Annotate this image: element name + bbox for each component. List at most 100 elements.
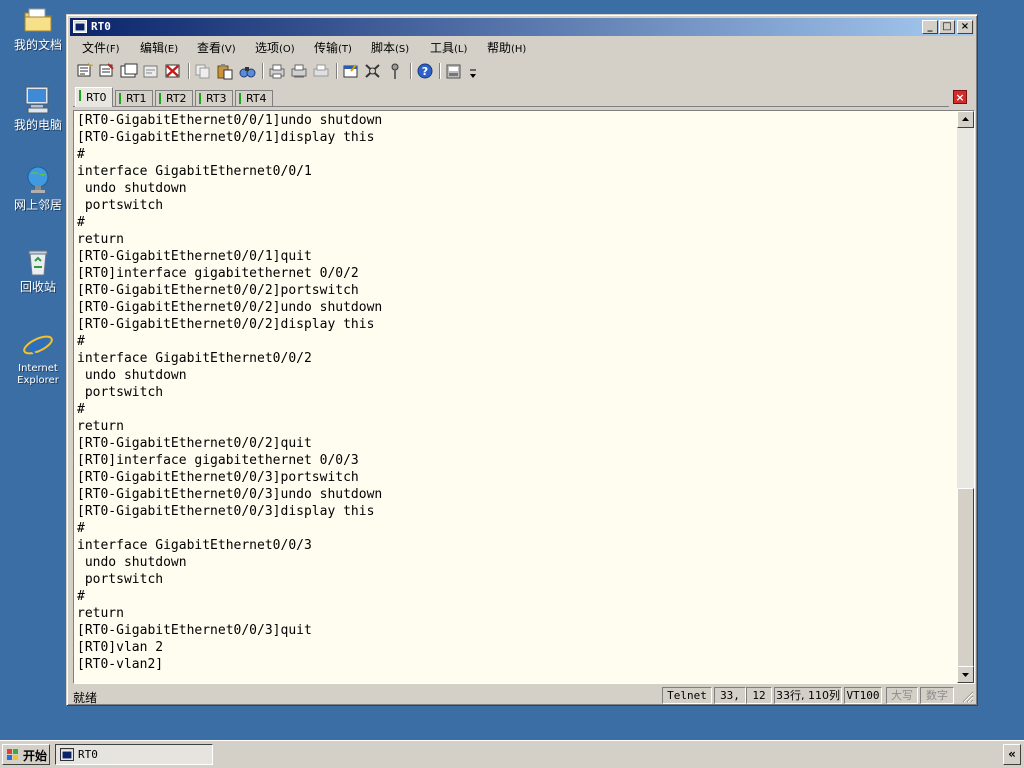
scroll-thumb[interactable] (957, 488, 974, 668)
session-options-icon[interactable] (341, 62, 361, 80)
menu-label: 帮助 (487, 41, 512, 55)
paste-icon[interactable] (215, 62, 235, 80)
terminal-line: return (77, 606, 124, 621)
menu-label: 工具 (430, 41, 455, 55)
menu-help[interactable]: 帮助(H) (487, 39, 526, 56)
terminal-line: [RT0-GigabitEthernet0/0/3]display this (77, 504, 375, 519)
keymap-icon[interactable] (385, 62, 405, 80)
sftp-icon[interactable] (444, 62, 464, 80)
terminal-line: [RT0]vlan 2 (77, 640, 164, 655)
status-bar: 就绪 Telnet 33, 12 33行, 110列 VT100 大写 数字 (70, 687, 974, 705)
terminal-line: [RT0-GigabitEthernet0/0/3]undo shutdown (77, 487, 383, 502)
taskbar-item-rt0[interactable]: RT0 (55, 744, 213, 765)
terminal-output[interactable]: [RT0-GigabitEthernet0/0/1]undo shutdown [… (73, 110, 975, 684)
minimize-icon: _ (927, 21, 933, 32)
print-icon[interactable] (267, 62, 287, 80)
menu-bar: 文件(F) 编辑(E) 查看(V) 选项(O) 传输(T) 脚本(S) 工具(L… (70, 37, 974, 57)
terminal-line: # (77, 334, 85, 349)
desktop-icon-label: Internet Explorer (17, 363, 59, 386)
connect-icon[interactable] (97, 62, 117, 80)
desktop-icon-label: 我的文档 (13, 38, 62, 52)
desktop-icon-recycle-bin[interactable]: 回收站 (4, 246, 72, 294)
start-button[interactable]: 开始 (2, 744, 50, 765)
terminal-line: [RT0-GigabitEthernet0/0/1]undo shutdown (77, 113, 383, 128)
desktop-icon-internet-explorer[interactable]: e Internet Explorer (4, 328, 72, 387)
session-tabs: RT0 RT1 RT2 RT3 RT4 × (73, 87, 973, 109)
desktop-icon-my-computer[interactable]: 我的电脑 (4, 84, 72, 132)
app-icon (73, 20, 87, 33)
recycle-bin-icon (22, 246, 54, 278)
tab-status-led (199, 93, 201, 104)
menu-accel: (H) (511, 44, 527, 55)
tab-rt3[interactable]: RT3 (195, 90, 233, 106)
tab-rt2[interactable]: RT2 (155, 90, 193, 106)
terminal-line: [RT0-GigabitEthernet0/0/1]display this (77, 130, 375, 145)
tab-rt1[interactable]: RT1 (115, 90, 153, 106)
menu-file[interactable]: 文件(F) (82, 39, 120, 56)
tab-label: RT0 (86, 91, 107, 104)
svg-text:?: ? (422, 65, 428, 78)
toolbar-more-icon[interactable] (468, 62, 478, 80)
close-button[interactable]: × (957, 20, 973, 34)
terminal-line: portswitch (77, 572, 164, 587)
copy-icon[interactable] (193, 62, 213, 80)
menu-accel: (O) (279, 44, 295, 55)
toolbar: ? (73, 60, 971, 84)
terminal-line: # (77, 589, 85, 604)
tab-status-led (119, 93, 121, 104)
terminal-line: # (77, 521, 85, 536)
tab-status-led (79, 90, 81, 101)
terminal-window: RT0 _ □ × 文件(F) 编辑(E) 查看(V) 选项(O) 传输(T) … (66, 14, 978, 706)
scroll-up-button[interactable] (957, 111, 974, 128)
tab-label: RT3 (206, 92, 227, 105)
scroll-down-button[interactable] (957, 666, 974, 683)
terminal-line: undo shutdown (77, 181, 187, 196)
terminal-line: # (77, 147, 85, 162)
title-bar[interactable]: RT0 _ □ × (70, 18, 974, 36)
resize-grip-icon[interactable] (960, 689, 974, 703)
close-tab-button[interactable]: × (953, 90, 967, 104)
minimize-button[interactable]: _ (922, 20, 938, 34)
desktop-icon-label: 我的电脑 (13, 118, 62, 132)
menu-accel: (F) (106, 44, 120, 55)
global-options-icon[interactable] (363, 62, 383, 80)
print-selection-icon[interactable] (311, 62, 331, 80)
menu-transfer[interactable]: 传输(T) (314, 39, 352, 56)
computer-icon (22, 84, 54, 116)
menu-edit[interactable]: 编辑(E) (140, 39, 178, 56)
open-icon[interactable] (119, 62, 139, 80)
terminal-line: [RT0-GigabitEthernet0/0/2]display this (77, 317, 375, 332)
menu-options[interactable]: 选项(O) (255, 39, 295, 56)
find-icon[interactable] (237, 62, 257, 80)
reconnect-icon[interactable] (141, 62, 161, 80)
menu-accel: (V) (221, 44, 236, 55)
window-title: RT0 (91, 20, 111, 33)
menu-script[interactable]: 脚本(S) (371, 39, 409, 56)
chevron-left-icon: « (1008, 747, 1016, 761)
terminal-line: # (77, 215, 85, 230)
menu-view[interactable]: 查看(V) (197, 39, 236, 56)
terminal-line: [RT0-vlan2] (77, 657, 164, 672)
desktop-icon-my-documents[interactable]: 我的文档 (4, 4, 72, 52)
toolbar-separator (410, 63, 412, 79)
vertical-scrollbar[interactable] (957, 111, 974, 683)
tray-expand-button[interactable]: « (1003, 744, 1021, 765)
tab-rt4[interactable]: RT4 (235, 90, 273, 106)
desktop-icon-network[interactable]: 网上邻居 (4, 164, 72, 212)
disconnect-icon[interactable] (163, 62, 183, 80)
status-caps-lock: 大写 (886, 687, 918, 704)
folder-icon (22, 4, 54, 36)
terminal-line: [RT0-GigabitEthernet0/0/2]undo shutdown (77, 300, 383, 315)
maximize-button[interactable]: □ (939, 20, 955, 34)
start-label: 开始 (23, 749, 48, 763)
tab-rt0[interactable]: RT0 (75, 87, 113, 107)
menu-accel: (T) (338, 44, 352, 55)
menu-label: 查看 (197, 41, 222, 55)
menu-tools[interactable]: 工具(L) (430, 39, 467, 56)
terminal-line: [RT0-GigabitEthernet0/0/2]quit (77, 436, 312, 451)
help-icon[interactable]: ? (415, 62, 435, 80)
status-emulation: VT100 (844, 687, 882, 704)
tab-status-led (159, 93, 161, 104)
new-session-icon[interactable] (75, 62, 95, 80)
print-setup-icon[interactable] (289, 62, 309, 80)
